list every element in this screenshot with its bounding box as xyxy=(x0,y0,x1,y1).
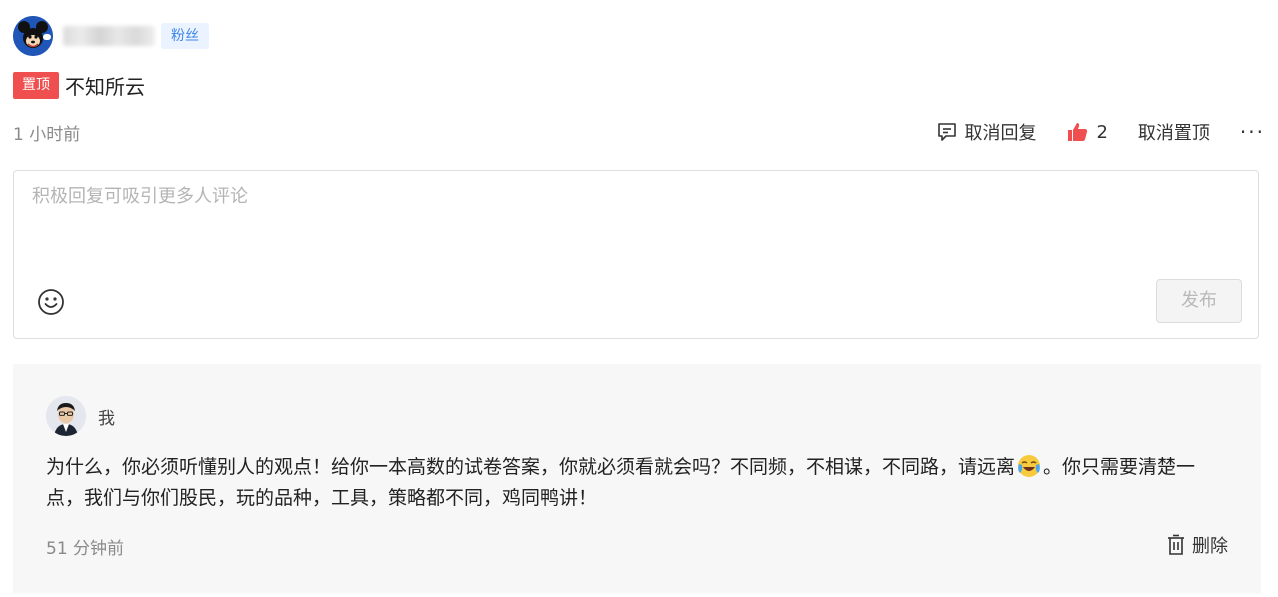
reply-input[interactable] xyxy=(30,185,1134,208)
person-avatar-icon xyxy=(46,396,86,436)
reply-text: 为什么，你必须听懂别人的观点！给你一本高数的试卷答案，你就必须看就会吗？不同频，… xyxy=(46,452,1226,514)
comment-actions: 取消回复 2 取消置顶 ··· xyxy=(936,119,1265,145)
cancel-pin-label: 取消置顶 xyxy=(1137,123,1210,144)
like-count: 2 xyxy=(1096,121,1108,143)
more-options-button[interactable]: ··· xyxy=(1240,120,1265,144)
like-button[interactable]: 2 xyxy=(1066,120,1108,144)
trash-icon xyxy=(1168,534,1184,555)
comment-meta: 1 小时前 取消回复 2 取消置顶 ··· xyxy=(13,118,1265,146)
comment-header: 粉丝 xyxy=(13,16,209,56)
username-blurred[interactable] xyxy=(63,26,155,46)
cancel-reply-button[interactable]: 取消回复 xyxy=(936,119,1036,145)
comment-text: 不知所云 xyxy=(65,74,145,99)
comment-time: 1 小时前 xyxy=(13,124,81,145)
cancel-pin-button[interactable]: 取消置顶 xyxy=(1138,119,1210,145)
publish-button[interactable]: 发布 xyxy=(1156,279,1242,323)
reply-text-part1: 为什么，你必须听懂别人的观点！给你一本高数的试卷答案，你就必须看就会吗？不同频，… xyxy=(46,456,1016,478)
pinned-tag: 置顶 xyxy=(13,71,59,99)
delete-label: 删除 xyxy=(1192,536,1228,557)
reply-time: 51 分钟前 xyxy=(46,539,125,559)
avatar[interactable] xyxy=(46,396,86,436)
fan-badge: 粉丝 xyxy=(161,23,209,49)
more-icon: ··· xyxy=(1239,120,1265,144)
reply-icon xyxy=(938,123,957,141)
smiley-icon xyxy=(38,289,64,315)
crying-laughing-emoji-icon xyxy=(1017,454,1041,478)
reply-box: 发布 xyxy=(13,170,1259,339)
my-reply: 我 为什么，你必须听懂别人的观点！给你一本高数的试卷答案，你就必须看就会吗？不同… xyxy=(13,364,1261,593)
comment-body: 置顶 不知所云 xyxy=(13,71,145,99)
mickey-avatar-icon xyxy=(13,16,53,56)
thumbs-up-icon xyxy=(1068,123,1088,141)
delete-button[interactable]: 删除 xyxy=(1166,532,1228,558)
cancel-reply-label: 取消回复 xyxy=(964,123,1037,144)
avatar[interactable] xyxy=(13,16,53,56)
author-name: 我 xyxy=(98,408,115,429)
emoji-button[interactable] xyxy=(36,287,66,317)
comment-thread: 粉丝 置顶 不知所云 1 小时前 取消回复 2 取消置顶 ··· 积极回复可吸引… xyxy=(0,0,1278,597)
reply-author: 我 xyxy=(46,396,115,436)
